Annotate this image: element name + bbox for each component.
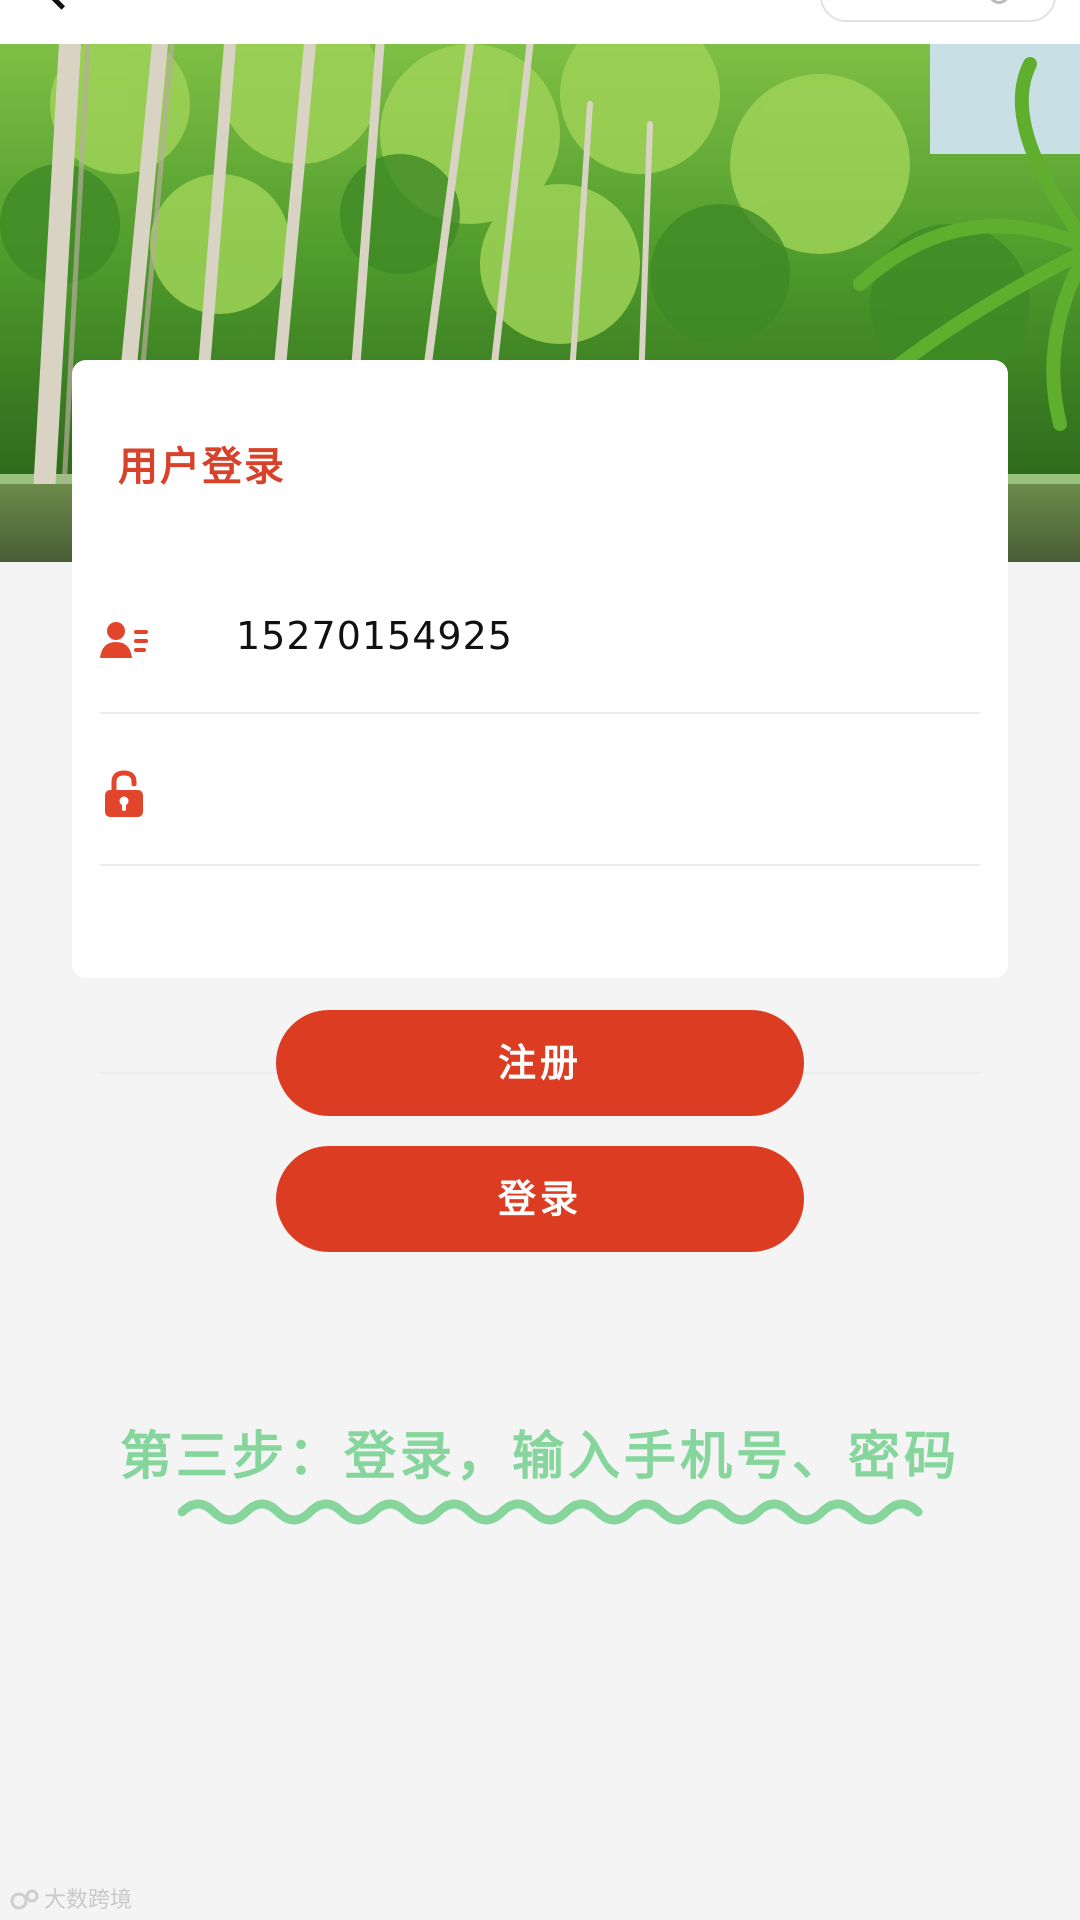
phone-value: 15270154925	[236, 614, 513, 658]
card-title: 用户登录	[118, 444, 286, 490]
register-button[interactable]: 注册	[276, 1010, 804, 1116]
unlock-icon	[105, 770, 143, 817]
watermark-text: 大数跨境	[44, 1888, 133, 1913]
top-nav-bar	[0, 0, 1080, 44]
password-input[interactable]	[100, 714, 980, 866]
login-button[interactable]: 登录	[276, 1146, 804, 1252]
wavy-underline	[178, 1499, 923, 1525]
mini-program-capsule[interactable]	[820, 0, 1056, 22]
step-caption: 第三步：登录，输入手机号、密码	[119, 1427, 960, 1487]
close-circle-icon[interactable]	[988, 0, 1010, 4]
watermark-logo-icon	[10, 1889, 39, 1910]
user-list-icon	[100, 622, 148, 658]
watermark: 大数跨境	[10, 1882, 132, 1914]
back-icon[interactable]	[45, 0, 78, 10]
phone-input[interactable]: 15270154925	[100, 562, 980, 714]
